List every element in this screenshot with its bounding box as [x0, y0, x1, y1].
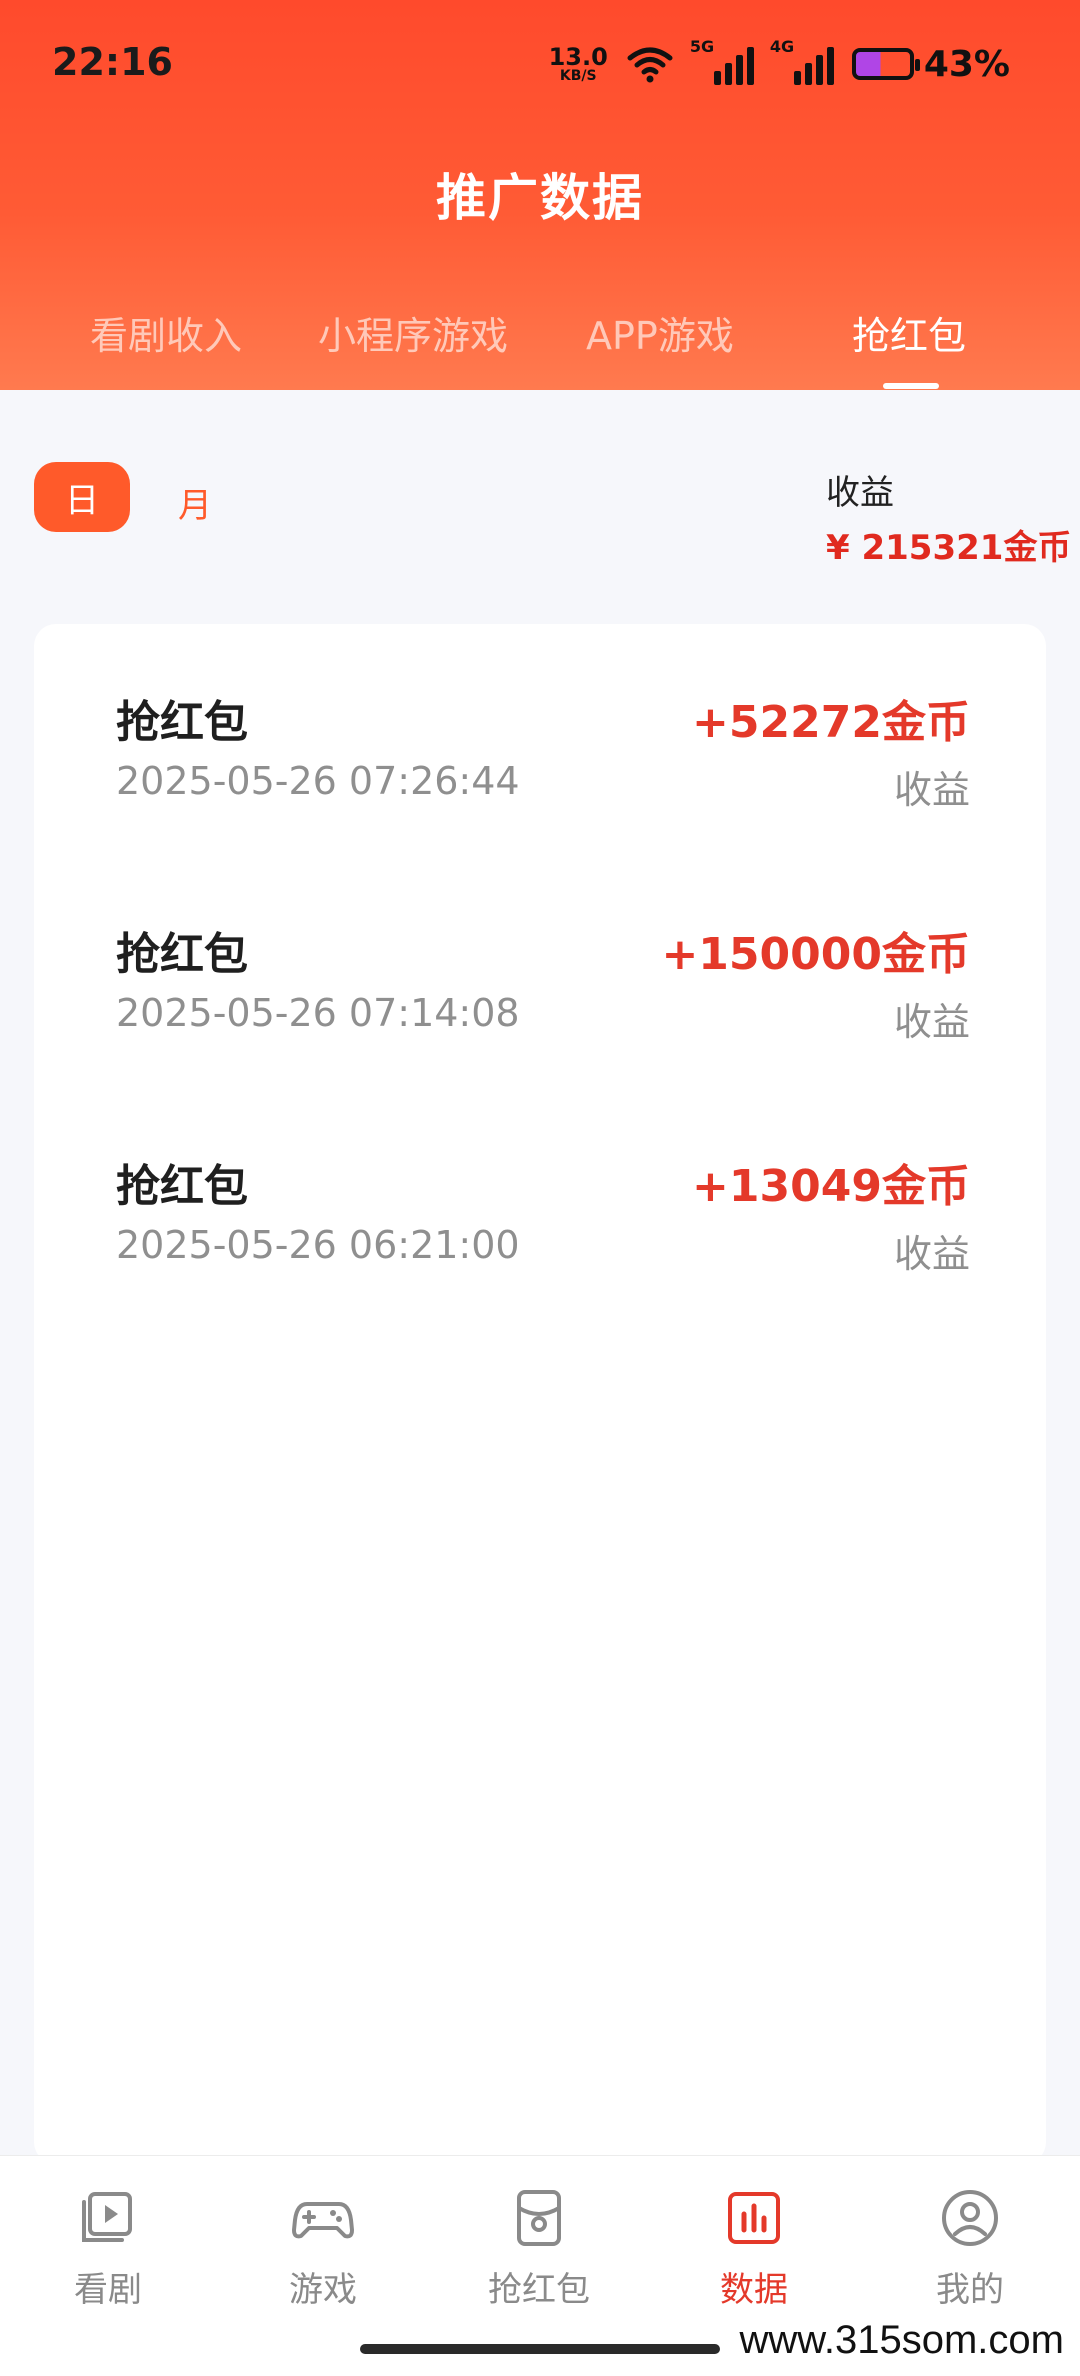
header: 22:16 13.0 KB/S 5G 4G 43% 推广数据 看剧收入 小程序游…: [0, 0, 1080, 390]
list-item[interactable]: 抢红包 2025-05-26 07:14:08 +150000金币 收益: [34, 918, 1046, 1068]
record-title: 抢红包: [116, 929, 248, 980]
bar-chart-icon: [728, 2192, 780, 2244]
record-title: 抢红包: [116, 697, 248, 748]
earnings-label: 收益: [826, 473, 894, 513]
record-label: 收益: [893, 768, 970, 812]
status-bar: 22:16 13.0 KB/S 5G 4G 43%: [0, 0, 1080, 120]
red-packet-icon: [517, 2190, 561, 2246]
record-title: 抢红包: [116, 1161, 248, 1212]
page-title: 推广数据: [436, 169, 644, 227]
battery-indicator: 43%: [851, 43, 1010, 85]
tab-drama-income[interactable]: 看剧收入: [90, 305, 242, 360]
nav-item-games[interactable]: 游戏: [253, 2186, 393, 2311]
tab-red-packet[interactable]: 抢红包: [852, 305, 966, 360]
earnings-summary: 收益 ¥ 215321金币: [826, 465, 1072, 569]
filter-month-button[interactable]: 月: [178, 478, 212, 527]
user-icon: [942, 2190, 998, 2246]
nav-item-data[interactable]: 数据: [684, 2186, 824, 2311]
tab-mini-program-games[interactable]: 小程序游戏: [318, 305, 508, 360]
list-item[interactable]: 抢红包 2025-05-26 07:26:44 +52272金币 收益: [34, 686, 1046, 836]
records-card: 抢红包 2025-05-26 07:26:44 +52272金币 收益 抢红包 …: [34, 624, 1046, 2164]
tab-bar: 看剧收入 小程序游戏 APP游戏 抢红包: [0, 305, 1080, 385]
record-amount: +52272金币: [692, 697, 970, 748]
list-item[interactable]: 抢红包 2025-05-26 06:21:00 +13049金币 收益: [34, 1150, 1046, 1300]
record-amount: +13049金币: [692, 1161, 970, 1212]
net-speed: 13.0 KB/S: [549, 45, 608, 83]
nav-item-red-packet[interactable]: 抢红包: [469, 2186, 609, 2311]
status-icons: 13.0 KB/S 5G 4G 43%: [549, 36, 1010, 92]
status-time: 22:16: [52, 40, 173, 84]
net-speed-unit: KB/S: [559, 68, 597, 84]
active-tab-indicator: [883, 383, 939, 389]
gamepad-icon: [292, 2202, 354, 2239]
nav-item-mine[interactable]: 我的: [900, 2186, 1040, 2311]
battery-icon: [851, 48, 920, 80]
signal-4g-icon: 4G: [770, 37, 834, 85]
battery-percent: 43%: [923, 43, 1010, 85]
record-time: 2025-05-26 07:14:08: [116, 991, 520, 1035]
net-speed-value: 13.0: [548, 43, 608, 71]
record-label: 收益: [893, 1232, 970, 1276]
signal-5g-icon: 5G: [690, 37, 754, 85]
watermark: www.315som.com: [733, 2318, 1070, 2363]
record-label: 收益: [893, 1000, 970, 1044]
record-time: 2025-05-26 07:26:44: [116, 759, 520, 803]
home-indicator[interactable]: [360, 2344, 720, 2354]
earnings-total: ¥ 215321金币: [826, 528, 1072, 568]
play-library-icon: [82, 2192, 132, 2242]
filter-day-button[interactable]: 日: [34, 462, 130, 532]
wifi-icon: [627, 47, 673, 83]
record-time: 2025-05-26 06:21:00: [116, 1223, 520, 1267]
nav-item-drama[interactable]: 看剧: [38, 2186, 178, 2311]
tab-app-games[interactable]: APP游戏: [586, 305, 734, 360]
record-amount: +150000金币: [661, 929, 970, 980]
